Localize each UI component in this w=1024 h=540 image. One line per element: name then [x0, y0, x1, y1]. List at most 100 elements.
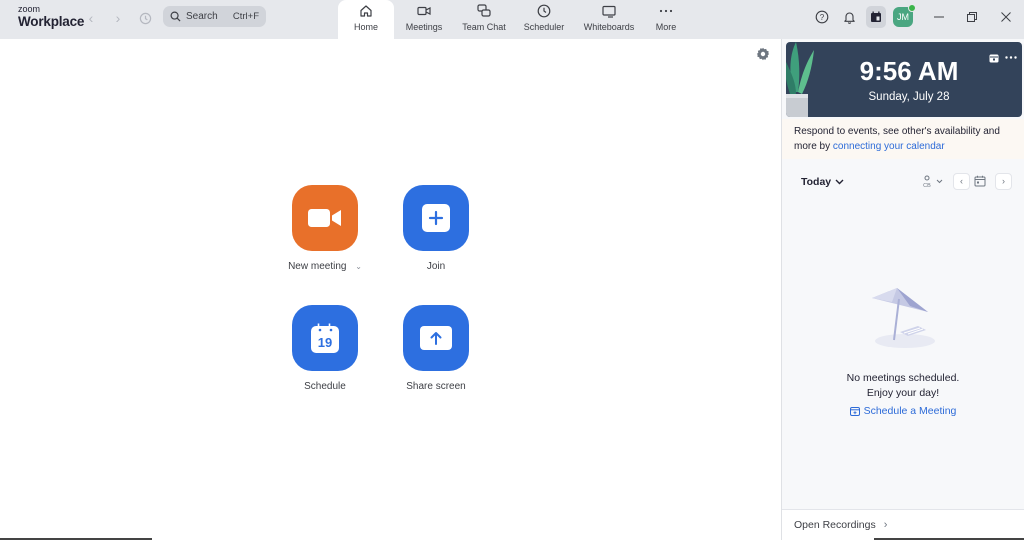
person-calendar-icon: CB — [923, 175, 931, 188]
chevron-left-icon: ‹ — [88, 10, 94, 26]
calendar-filter-button[interactable]: CB — [919, 171, 945, 191]
previous-day-button[interactable]: ‹ — [953, 171, 970, 191]
chevron-right-icon: › — [1002, 176, 1005, 186]
join-button[interactable] — [403, 185, 469, 251]
help-button[interactable]: ? — [812, 6, 832, 28]
day-selector-label: Today — [801, 176, 832, 188]
clock-date: Sunday, July 28 — [868, 91, 950, 103]
tab-more[interactable]: More — [644, 0, 688, 39]
new-meeting-label: New meeting — [288, 261, 347, 272]
minimize-icon — [934, 16, 944, 18]
beach-umbrella-illustration — [872, 288, 935, 348]
chevron-right-icon: › — [115, 10, 121, 26]
app-logo: zoom Workplace — [18, 5, 84, 29]
tab-scheduler[interactable]: Scheduler — [514, 0, 574, 39]
tab-whiteboards[interactable]: Whiteboards — [574, 0, 644, 39]
home-main-panel: New meeting ⌄ Join 19 Schedule Share scr… — [0, 39, 781, 540]
title-bar: zoom Workplace ‹ › Search Ctrl+F Home Me… — [0, 0, 1024, 39]
presence-indicator — [908, 4, 916, 12]
calendar-icon: 19 — [311, 323, 339, 353]
schedule-label: Schedule — [304, 381, 346, 392]
share-screen-label: Share screen — [406, 381, 466, 392]
history-icon — [139, 12, 151, 24]
chevron-right-icon: › — [883, 519, 888, 531]
settings-button[interactable] — [756, 47, 770, 61]
calendar-day: 19 — [318, 335, 332, 350]
svg-text:?: ? — [820, 13, 825, 22]
avatar-initials: JM — [897, 12, 909, 22]
forward-button[interactable]: › — [107, 8, 129, 28]
back-button[interactable]: ‹ — [80, 8, 102, 28]
bell-icon — [843, 12, 855, 24]
calendar-badge-icon — [989, 54, 999, 63]
no-meetings-message: No meetings scheduled. — [846, 372, 960, 384]
svg-text:CB: CB — [923, 183, 931, 188]
schedule-button[interactable]: 19 — [292, 305, 358, 371]
join-action: Join — [381, 185, 491, 272]
share-screen-action: Share screen — [381, 305, 491, 392]
chevron-down-icon — [835, 179, 844, 185]
gear-icon — [756, 47, 770, 61]
avatar[interactable]: JM — [893, 4, 916, 27]
restore-button[interactable] — [962, 6, 982, 28]
date-picker-button[interactable] — [974, 171, 986, 191]
chevron-down-icon[interactable]: ⌄ — [355, 262, 362, 271]
close-button[interactable] — [996, 6, 1016, 28]
clock-icon — [536, 3, 552, 19]
search-label: Search — [186, 11, 218, 22]
calendar-widget-button[interactable] — [988, 52, 1000, 64]
main-tabs: Home Meetings Team Chat Scheduler Whiteb… — [338, 0, 688, 39]
notifications-button[interactable] — [839, 6, 859, 28]
whiteboard-icon — [601, 3, 617, 19]
tab-label: Home — [353, 22, 378, 32]
more-options-button[interactable] — [1004, 50, 1018, 64]
calendar-icon — [974, 175, 986, 187]
enjoy-day-message: Enjoy your day! — [866, 387, 940, 399]
minimize-button[interactable] — [929, 6, 949, 28]
tab-label: Whiteboards — [583, 22, 635, 32]
home-icon — [358, 3, 374, 19]
tab-label: Meetings — [405, 22, 443, 32]
share-screen-button[interactable] — [403, 305, 469, 371]
connect-calendar-banner: Respond to events, see other's availabil… — [782, 119, 1024, 159]
schedule-meeting-label: Schedule a Meeting — [863, 405, 957, 417]
search-shortcut: Ctrl+F — [232, 11, 259, 22]
search-icon — [170, 11, 181, 22]
brand-big: Workplace — [18, 14, 85, 29]
join-label: Join — [426, 261, 446, 272]
new-meeting-button[interactable] — [292, 185, 358, 251]
calendar-app-icon — [871, 11, 881, 22]
tab-home[interactable]: Home — [338, 0, 394, 39]
chevron-left-icon: ‹ — [960, 176, 963, 186]
chevron-down-icon — [936, 179, 943, 183]
day-selector[interactable]: Today — [801, 176, 844, 188]
clock-card: 9:56 AM Sunday, July 28 — [786, 42, 1022, 117]
restore-icon — [967, 12, 977, 22]
new-meeting-action: New meeting ⌄ — [270, 185, 380, 272]
close-icon — [1001, 12, 1011, 22]
open-recordings-label: Open Recordings — [794, 519, 876, 531]
history-button[interactable] — [134, 8, 156, 28]
tab-label: Team Chat — [462, 22, 506, 32]
ellipsis-icon — [658, 3, 674, 19]
tab-meetings[interactable]: Meetings — [394, 0, 454, 39]
chat-bubbles-icon — [476, 3, 492, 19]
tab-team-chat[interactable]: Team Chat — [454, 0, 514, 39]
open-recordings-button[interactable]: Open Recordings › — [782, 509, 1024, 540]
tab-label: More — [655, 22, 677, 32]
brand-small: zoom — [18, 4, 41, 14]
plus-icon — [422, 204, 450, 232]
schedule-meeting-link[interactable]: Schedule a Meeting — [782, 405, 1024, 417]
connect-calendar-link[interactable]: connecting your calendar — [833, 141, 945, 152]
search-bar[interactable]: Search Ctrl+F — [163, 6, 266, 27]
new-meeting-label-row[interactable]: New meeting ⌄ — [288, 261, 362, 272]
apps-button[interactable] — [866, 6, 886, 28]
video-camera-icon — [416, 3, 432, 19]
next-day-button[interactable]: › — [995, 171, 1012, 191]
calendar-add-icon — [849, 407, 860, 416]
schedule-action: 19 Schedule — [270, 305, 380, 392]
tab-label: Scheduler — [523, 22, 565, 32]
calendar-sidebar: 9:56 AM Sunday, July 28 Respond to event… — [781, 39, 1024, 540]
clock-time: 9:56 AM — [859, 56, 959, 86]
help-icon: ? — [815, 10, 829, 24]
